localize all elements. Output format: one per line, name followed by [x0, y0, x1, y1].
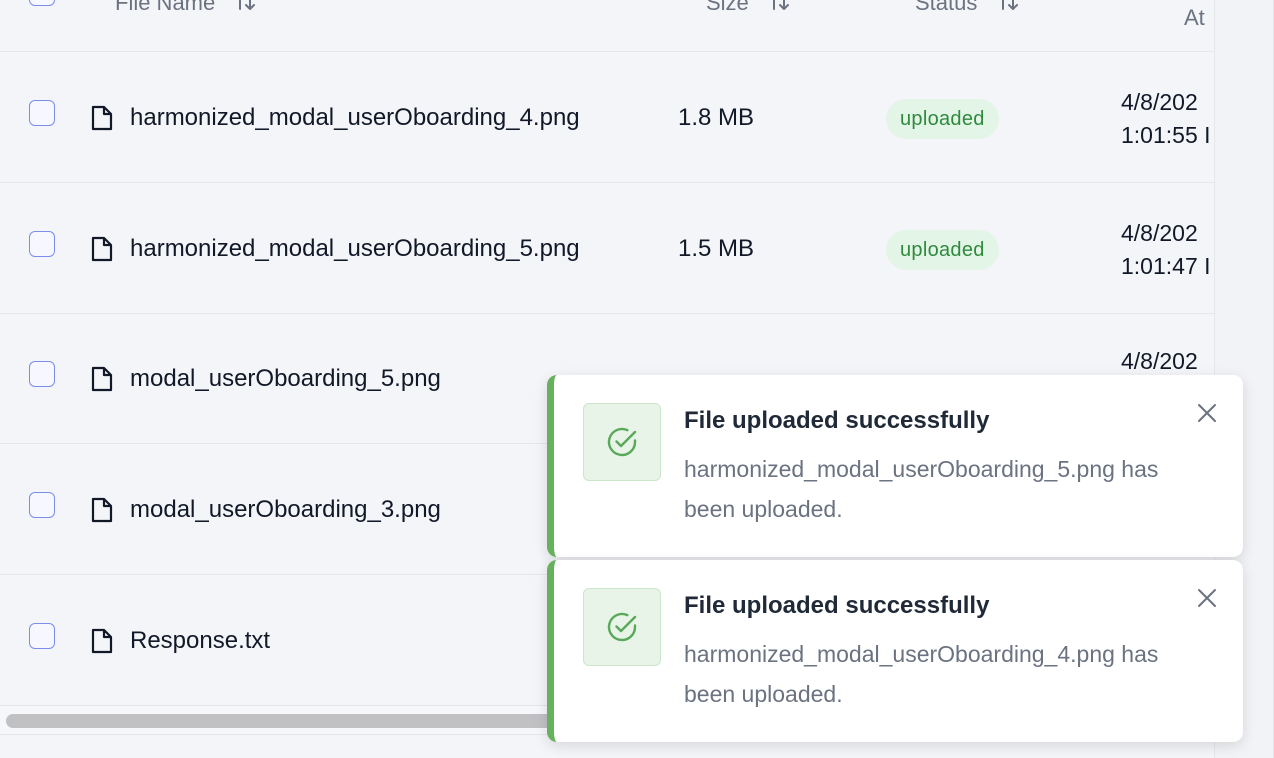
uploaded-at-date: 4/8/202	[1121, 348, 1198, 374]
row-checkbox[interactable]	[29, 361, 55, 387]
file-name[interactable]: Response.txt	[130, 627, 270, 655]
file-size: 1.5 MB	[678, 235, 755, 262]
success-toast: File uploaded successfully harmonized_mo…	[547, 560, 1243, 742]
row-checkbox[interactable]	[29, 100, 55, 126]
file-icon	[90, 365, 114, 398]
check-circle-icon	[583, 403, 661, 481]
file-name[interactable]: harmonized_modal_userOboarding_5.png	[130, 235, 580, 263]
close-icon[interactable]	[1193, 399, 1221, 427]
toast-message: harmonized_modal_userOboarding_5.png has…	[684, 456, 1159, 522]
size-header-label: Size	[706, 0, 749, 15]
uploaded-at: 4/8/202 1:01:55 I	[1121, 86, 1211, 152]
status-header[interactable]: Status	[915, 0, 1020, 18]
file-icon	[90, 104, 114, 137]
uploaded-at-date: 4/8/202	[1121, 89, 1198, 115]
uploaded-at: 4/8/202	[1121, 345, 1198, 378]
status-header-label: Status	[915, 0, 978, 15]
uploaded-at-time: 1:01:47 I	[1121, 253, 1211, 279]
uploaded-at-header[interactable]: At	[1184, 5, 1205, 31]
uploaded-at-time: 1:01:55 I	[1121, 122, 1211, 148]
table-row[interactable]: harmonized_modal_userOboarding_5.png 1.5…	[0, 183, 1214, 314]
toast-title: File uploaded successfully	[684, 592, 990, 619]
file-icon	[90, 235, 114, 268]
file-icon	[90, 496, 114, 529]
uploaded-at-date: 4/8/202	[1121, 220, 1198, 246]
status-badge: uploaded	[886, 99, 999, 139]
file-name-header[interactable]: File Name	[115, 0, 257, 18]
row-checkbox[interactable]	[29, 231, 55, 257]
success-toast: File uploaded successfully harmonized_mo…	[547, 375, 1243, 557]
sort-icon[interactable]	[233, 0, 257, 18]
file-name-header-label: File Name	[115, 0, 216, 15]
file-size: 1.8 MB	[678, 104, 755, 131]
file-name[interactable]: harmonized_modal_userOboarding_4.png	[130, 104, 580, 132]
sort-icon[interactable]	[767, 0, 791, 18]
file-name[interactable]: modal_userOboarding_3.png	[130, 496, 441, 524]
table-row[interactable]: harmonized_modal_userOboarding_4.png 1.8…	[0, 52, 1214, 183]
close-icon[interactable]	[1193, 584, 1221, 612]
file-icon	[90, 627, 114, 660]
file-name[interactable]: modal_userOboarding_5.png	[130, 365, 441, 393]
select-all-checkbox[interactable]	[29, 0, 55, 6]
toast-message: harmonized_modal_userOboarding_4.png has…	[684, 641, 1159, 707]
sort-icon[interactable]	[996, 0, 1020, 18]
status-badge: uploaded	[886, 230, 999, 270]
uploaded-at: 4/8/202 1:01:47 I	[1121, 217, 1211, 283]
check-circle-icon	[583, 588, 661, 666]
toast-title: File uploaded successfully	[684, 407, 990, 434]
size-header[interactable]: Size	[706, 0, 791, 18]
row-checkbox[interactable]	[29, 623, 55, 649]
scrollbar-thumb[interactable]	[6, 714, 566, 728]
table-header: File Name Size Status At	[0, 0, 1214, 52]
row-checkbox[interactable]	[29, 492, 55, 518]
